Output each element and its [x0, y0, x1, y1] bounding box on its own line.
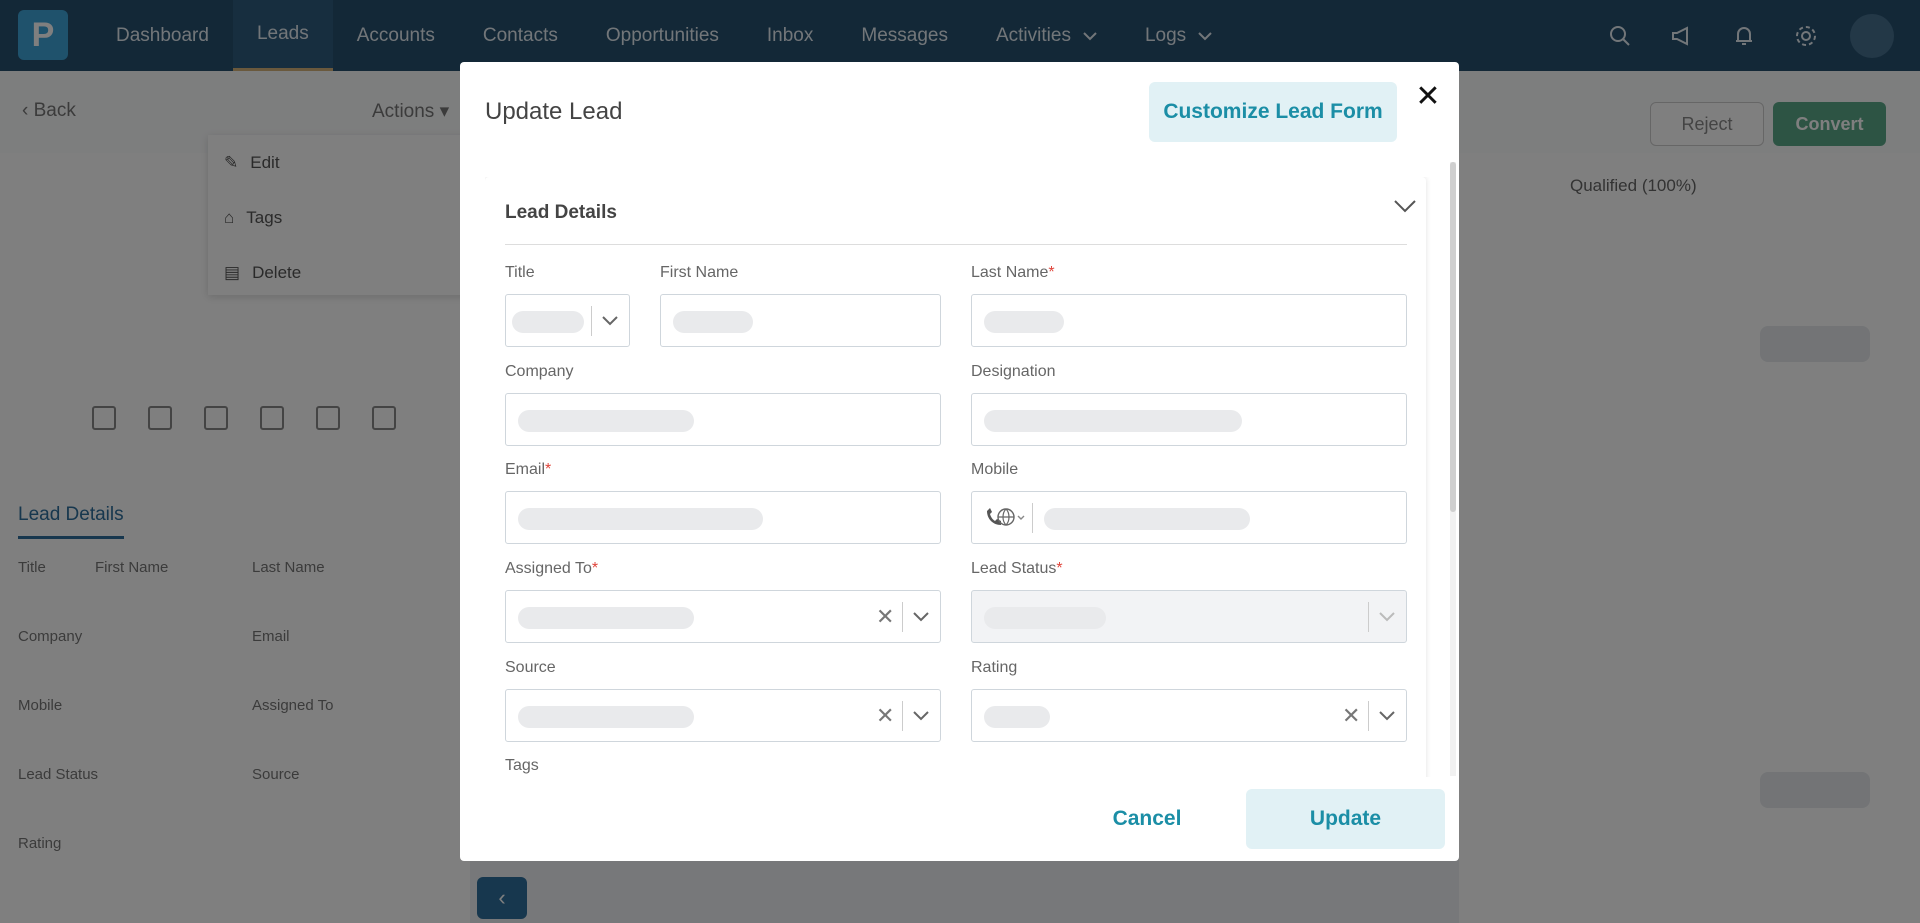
close-icon[interactable]: ✕: [1413, 82, 1443, 112]
customize-lead-form-button[interactable]: Customize Lead Form: [1149, 82, 1397, 142]
separator: [591, 306, 592, 336]
last-name-label: Last Name*: [971, 264, 1055, 282]
rating-select[interactable]: ✕: [971, 689, 1407, 742]
company-field[interactable]: [505, 393, 941, 446]
designation-label: Designation: [971, 363, 1056, 381]
source-select[interactable]: ✕: [505, 689, 941, 742]
label-text: Company: [505, 363, 574, 380]
mobile-field[interactable]: [971, 491, 1407, 544]
chevron-down-icon: [1379, 612, 1395, 622]
label-text: Last Name: [971, 264, 1049, 281]
required-marker: *: [545, 461, 552, 478]
title-select[interactable]: [505, 294, 630, 347]
email-field[interactable]: [505, 491, 941, 544]
value-placeholder: [984, 607, 1106, 629]
separator: [1368, 602, 1369, 632]
chevron-down-icon[interactable]: [911, 706, 931, 726]
chevron-down-icon: [602, 316, 618, 326]
first-name-field[interactable]: [660, 294, 941, 347]
section-divider: [505, 244, 1407, 245]
globe-phone-icon: [987, 508, 1025, 526]
label-text: First Name: [660, 264, 739, 281]
label-text: Title: [505, 264, 535, 281]
chevron-down-icon[interactable]: [1393, 198, 1417, 214]
update-lead-modal: Update Lead Customize Lead Form ✕ Lead D…: [460, 62, 1459, 861]
update-button[interactable]: Update: [1246, 789, 1445, 849]
label-text: Tags: [505, 757, 539, 774]
label-text: Designation: [971, 363, 1056, 380]
label-text: Mobile: [971, 461, 1019, 478]
separator: [902, 602, 903, 632]
title-label: Title: [505, 264, 535, 282]
modal-scrollbar-thumb[interactable]: [1450, 162, 1456, 512]
label-text: Source: [505, 659, 556, 676]
lead-details-section: Lead Details Title First Name Last Name*…: [485, 177, 1426, 777]
designation-field[interactable]: [971, 393, 1407, 446]
clear-icon[interactable]: ✕: [876, 604, 894, 630]
clear-icon[interactable]: ✕: [1342, 703, 1360, 729]
label-text: Lead Status: [971, 560, 1057, 577]
value-placeholder: [673, 311, 753, 333]
first-name-label: First Name: [660, 264, 738, 282]
separator: [902, 701, 903, 731]
lead-status-select: [971, 590, 1407, 643]
value-placeholder: [984, 706, 1050, 728]
value-placeholder: [512, 311, 584, 333]
section-title: Lead Details: [505, 202, 617, 223]
modal-title: Update Lead: [485, 98, 623, 125]
email-label: Email*: [505, 461, 551, 479]
assigned-to-label: Assigned To*: [505, 560, 598, 578]
rating-label: Rating: [971, 659, 1017, 677]
assigned-to-select[interactable]: ✕: [505, 590, 941, 643]
label-text: Email: [505, 461, 546, 478]
required-marker: *: [591, 560, 599, 577]
label-text: Assigned To: [505, 560, 592, 577]
value-placeholder: [984, 311, 1064, 333]
value-placeholder: [1044, 508, 1250, 530]
value-placeholder: [518, 607, 694, 629]
value-placeholder: [518, 508, 763, 530]
chevron-down-icon[interactable]: [1377, 706, 1397, 726]
chevron-down-icon[interactable]: [911, 607, 931, 627]
modal-body: Lead Details Title First Name Last Name*…: [485, 177, 1444, 777]
separator: [1032, 503, 1033, 533]
lead-status-label: Lead Status*: [971, 560, 1063, 578]
label-text: Rating: [971, 659, 1018, 676]
last-name-field[interactable]: [971, 294, 1407, 347]
company-label: Company: [505, 363, 573, 381]
cancel-button[interactable]: Cancel: [1082, 789, 1212, 849]
value-placeholder: [984, 410, 1242, 432]
separator: [1368, 701, 1369, 731]
value-placeholder: [518, 410, 694, 432]
clear-icon[interactable]: ✕: [876, 703, 894, 729]
tags-label: Tags: [505, 757, 539, 775]
value-placeholder: [518, 706, 694, 728]
country-code-selector[interactable]: [984, 505, 1030, 531]
mobile-label: Mobile: [971, 461, 1018, 479]
source-label: Source: [505, 659, 556, 677]
required-marker: *: [1056, 560, 1063, 577]
required-marker: *: [1048, 264, 1055, 281]
